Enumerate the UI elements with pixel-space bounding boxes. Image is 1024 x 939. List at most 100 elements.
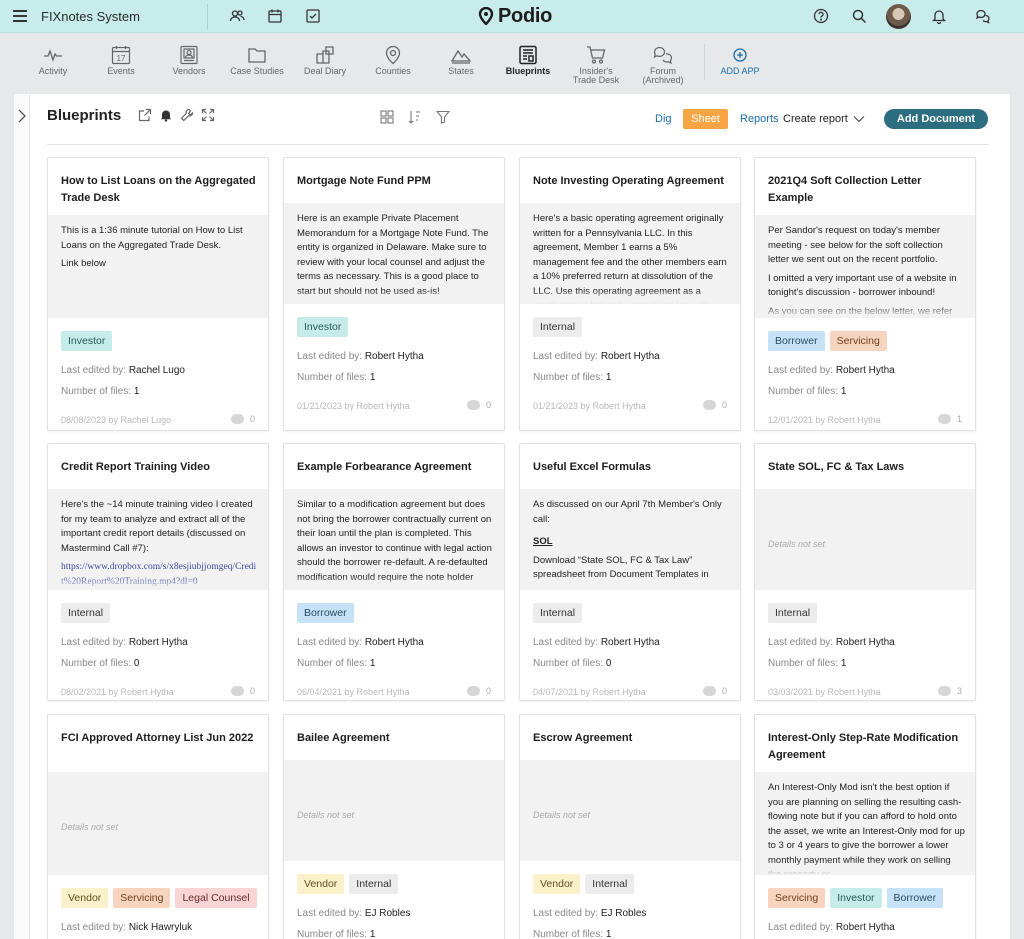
card-title[interactable]: Interest-Only Step-Rate Modification Agr…	[768, 730, 965, 764]
editor-name: Robert Hytha	[835, 637, 895, 648]
description-paragraph: I omitted a very important use of a webs…	[768, 272, 957, 299]
card-title[interactable]: FCI Approved Attorney List Jun 2022	[61, 730, 258, 747]
blueprint-card[interactable]: Credit Report Training Video Here's the ~…	[47, 443, 269, 701]
last-edited-label: Last edited by:	[533, 908, 599, 919]
comment-count[interactable]: 0	[230, 414, 255, 424]
app-counties[interactable]: Counties	[375, 34, 411, 92]
blueprint-card[interactable]: Note Investing Operating Agreement Here's…	[519, 157, 741, 431]
create-report-dropdown[interactable]: Create report	[783, 113, 865, 125]
card-description: Here is an example Private Placement Mem…	[284, 203, 504, 304]
add-document-button[interactable]: Add Document	[884, 109, 988, 129]
folder-icon	[248, 48, 266, 63]
comment-count[interactable]: 0	[466, 400, 491, 410]
blueprint-card[interactable]: Mortgage Note Fund PPM Here is an example…	[283, 157, 505, 431]
category-tag[interactable]: Servicing	[768, 888, 826, 908]
comment-icon	[937, 686, 951, 696]
comment-count[interactable]: 0	[702, 686, 727, 696]
description-paragraph: Per Sandor's request on today's member m…	[768, 225, 943, 265]
app-deal-diary[interactable]: Deal Diary	[304, 34, 346, 92]
card-title[interactable]: Credit Report Training Video	[61, 459, 258, 476]
category-tag[interactable]: Vendor	[297, 874, 345, 894]
calendar-icon[interactable]	[267, 8, 283, 24]
last-edited-label: Last edited by:	[533, 637, 599, 648]
chat-icon[interactable]	[975, 8, 991, 24]
workspace-name[interactable]: FIXnotes System	[41, 9, 140, 24]
card-title[interactable]: Useful Excel Formulas	[533, 459, 730, 476]
people-icon[interactable]	[229, 8, 245, 24]
blueprint-card[interactable]: Useful Excel Formulas As discussed on our…	[519, 443, 741, 701]
category-tag[interactable]: Borrower	[297, 603, 354, 623]
card-title[interactable]: Mortgage Note Fund PPM	[297, 173, 494, 190]
app-insiders-trade-desk[interactable]: Insider's Trade Desk	[573, 34, 619, 92]
category-tag[interactable]: Internal	[585, 874, 635, 894]
comment-count[interactable]: 3	[937, 686, 962, 696]
app-vendors[interactable]: Vendors	[172, 34, 206, 92]
card-title[interactable]: 2021Q4 Soft Collection Letter Example	[768, 173, 965, 207]
blueprint-card[interactable]: Escrow Agreement Details not set Vendor Int…	[519, 714, 741, 939]
app-blueprints[interactable]: Blueprints	[506, 34, 550, 92]
comment-count[interactable]: 0	[702, 400, 727, 410]
blueprint-card[interactable]: 2021Q4 Soft Collection Letter Example Per…	[754, 157, 976, 431]
card-title[interactable]: Note Investing Operating Agreement	[533, 173, 730, 190]
card-title[interactable]: Bailee Agreement	[297, 730, 494, 747]
bell-icon[interactable]	[931, 8, 947, 24]
last-edited: Last edited by: Nick Hawryluk	[61, 921, 192, 935]
dig-link[interactable]: Dig	[655, 113, 672, 125]
comment-count-value: 0	[721, 686, 727, 696]
files-value: 1	[369, 658, 376, 669]
cart-icon	[587, 46, 606, 64]
app-events[interactable]: 17 Events	[106, 34, 136, 92]
card-tags: Vendor Servicing Legal Counsel	[61, 888, 257, 908]
category-tag[interactable]: Servicing	[113, 888, 171, 908]
blueprint-card[interactable]: FCI Approved Attorney List Jun 2022 Detai…	[47, 714, 269, 939]
search-icon[interactable]	[851, 8, 867, 24]
card-title[interactable]: Example Forbearance Agreement	[297, 459, 494, 476]
comment-count[interactable]: 0	[230, 686, 255, 696]
category-tag[interactable]: Internal	[533, 317, 583, 337]
editor-name: Nick Hawryluk	[128, 922, 193, 933]
podio-logo[interactable]: Podio	[478, 4, 552, 28]
blueprint-card[interactable]: Interest-Only Step-Rate Modification Agr…	[754, 714, 976, 939]
category-tag[interactable]: Vendor	[61, 888, 109, 908]
category-tag[interactable]: Internal	[61, 603, 111, 623]
menu-icon[interactable]	[13, 10, 27, 22]
sidebar-toggle[interactable]	[14, 94, 30, 939]
app-case-studies[interactable]: Case Studies	[230, 34, 284, 92]
app-activity[interactable]: Activity	[38, 34, 68, 92]
category-tag[interactable]: Servicing	[829, 331, 887, 351]
help-icon[interactable]	[813, 8, 829, 24]
category-tag[interactable]: Investor	[61, 331, 113, 351]
last-edited: Last edited by: Robert Hytha	[768, 636, 895, 650]
category-tag[interactable]: Investor	[830, 888, 882, 908]
map-pin-icon	[385, 45, 401, 65]
mountain-icon	[451, 49, 471, 64]
category-tag[interactable]: Internal	[349, 874, 399, 894]
blueprint-card[interactable]: How to List Loans on the Aggregated Trad…	[47, 157, 269, 431]
app-forum[interactable]: Forum (Archived)	[642, 34, 684, 92]
app-states[interactable]: States	[446, 34, 476, 92]
comment-count[interactable]: 1	[937, 414, 962, 424]
avatar[interactable]	[886, 4, 911, 29]
card-title[interactable]: Escrow Agreement	[533, 730, 730, 747]
editor-name: Robert Hytha	[364, 637, 424, 648]
blueprint-card[interactable]: Bailee Agreement Details not set Vendor Int…	[283, 714, 505, 939]
card-title[interactable]: State SOL, FC & Tax Laws	[768, 459, 965, 476]
category-tag[interactable]: Borrower	[886, 888, 944, 908]
sheet-button[interactable]: Sheet	[683, 109, 728, 129]
blueprint-card[interactable]: Example Forbearance Agreement Similar to …	[283, 443, 505, 701]
card-title[interactable]: How to List Loans on the Aggregated Trad…	[61, 173, 258, 207]
category-tag[interactable]: Internal	[768, 603, 818, 623]
card-description: Here's the ~14 minute training video I c…	[48, 489, 268, 590]
category-tag[interactable]: Internal	[533, 603, 583, 623]
reports-link[interactable]: Reports	[740, 113, 779, 125]
comment-count[interactable]: 0	[466, 686, 491, 696]
category-tag[interactable]: Investor	[297, 317, 349, 337]
category-tag[interactable]: Vendor	[533, 874, 581, 894]
editor-name: EJ Robles	[600, 908, 647, 919]
blueprint-card[interactable]: State SOL, FC & Tax Laws Details not set I…	[754, 443, 976, 701]
category-tag[interactable]: Legal Counsel	[175, 888, 257, 908]
add-app-button[interactable]: ADD APP	[720, 34, 760, 92]
tasks-icon[interactable]	[305, 8, 321, 24]
category-tag[interactable]: Borrower	[768, 331, 825, 351]
card-tags: Internal	[61, 603, 111, 623]
